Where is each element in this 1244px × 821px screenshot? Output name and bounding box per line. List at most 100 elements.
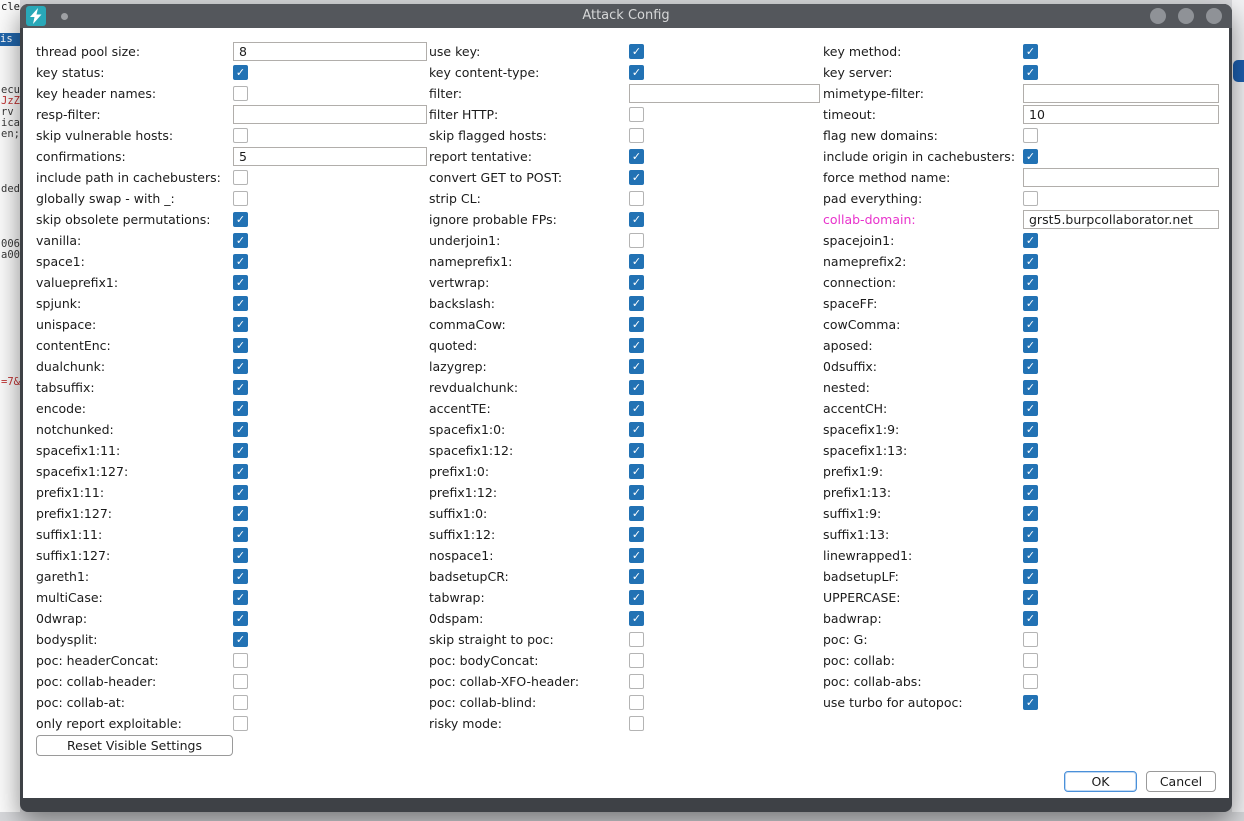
checkbox-accentte[interactable]: ✓ <box>629 401 644 416</box>
checkbox-0dwrap[interactable]: ✓ <box>233 611 248 626</box>
checkbox-tabsuffix[interactable]: ✓ <box>233 380 248 395</box>
input-filter[interactable] <box>629 84 820 103</box>
checkbox-prefix1-13[interactable]: ✓ <box>1023 485 1038 500</box>
reset-visible-settings-button[interactable]: Reset Visible Settings <box>36 735 233 756</box>
checkbox-uppercase[interactable]: ✓ <box>1023 590 1038 605</box>
checkbox-nameprefix1[interactable]: ✓ <box>629 254 644 269</box>
checkbox-vertwrap[interactable]: ✓ <box>629 275 644 290</box>
checkbox-0dsuffix[interactable]: ✓ <box>1023 359 1038 374</box>
input-resp-filter[interactable] <box>233 105 427 124</box>
checkbox-skip-vulnerable-hosts[interactable] <box>233 128 248 143</box>
checkbox-cowcomma[interactable]: ✓ <box>1023 317 1038 332</box>
checkbox-key-content-type[interactable]: ✓ <box>629 65 644 80</box>
checkbox-key-server[interactable]: ✓ <box>1023 65 1038 80</box>
checkbox-suffix1-13[interactable]: ✓ <box>1023 527 1038 542</box>
checkbox-backslash[interactable]: ✓ <box>629 296 644 311</box>
checkbox-spaceff[interactable]: ✓ <box>1023 296 1038 311</box>
checkbox-pad-everything[interactable] <box>1023 191 1038 206</box>
checkbox-poc-collab-blind[interactable] <box>629 695 644 710</box>
input-confirmations[interactable] <box>233 147 427 166</box>
checkbox-poc-collab-at[interactable] <box>233 695 248 710</box>
checkbox-spacefix1-0[interactable]: ✓ <box>629 422 644 437</box>
input-force-method-name[interactable] <box>1023 168 1219 187</box>
checkbox-filter-http[interactable] <box>629 107 644 122</box>
checkbox-use-key[interactable]: ✓ <box>629 44 644 59</box>
checkbox-dualchunk[interactable]: ✓ <box>233 359 248 374</box>
checkbox-prefix1-0[interactable]: ✓ <box>629 464 644 479</box>
checkbox-revdualchunk[interactable]: ✓ <box>629 380 644 395</box>
checkbox-accentch[interactable]: ✓ <box>1023 401 1038 416</box>
checkbox-gareth1[interactable]: ✓ <box>233 569 248 584</box>
checkbox-prefix1-127[interactable]: ✓ <box>233 506 248 521</box>
checkbox-report-tentative[interactable]: ✓ <box>629 149 644 164</box>
checkbox-prefix1-9[interactable]: ✓ <box>1023 464 1038 479</box>
checkbox-badsetuplf[interactable]: ✓ <box>1023 569 1038 584</box>
checkbox-spjunk[interactable]: ✓ <box>233 296 248 311</box>
checkbox-risky-mode[interactable] <box>629 716 644 731</box>
cancel-button[interactable]: Cancel <box>1146 771 1216 792</box>
checkbox-suffix1-127[interactable]: ✓ <box>233 548 248 563</box>
checkbox-space1[interactable]: ✓ <box>233 254 248 269</box>
checkbox-spacefix1-13[interactable]: ✓ <box>1023 443 1038 458</box>
checkbox-suffix1-11[interactable]: ✓ <box>233 527 248 542</box>
input-thread-pool-size[interactable] <box>233 42 427 61</box>
checkbox-globally-swap-with[interactable] <box>233 191 248 206</box>
checkbox-encode[interactable]: ✓ <box>233 401 248 416</box>
checkbox-aposed[interactable]: ✓ <box>1023 338 1038 353</box>
checkbox-key-status[interactable]: ✓ <box>233 65 248 80</box>
checkbox-skip-straight-to-poc[interactable] <box>629 632 644 647</box>
checkbox-suffix1-0[interactable]: ✓ <box>629 506 644 521</box>
checkbox-0dspam[interactable]: ✓ <box>629 611 644 626</box>
checkbox-key-method[interactable]: ✓ <box>1023 44 1038 59</box>
checkbox-spacefix1-12[interactable]: ✓ <box>629 443 644 458</box>
checkbox-suffix1-12[interactable]: ✓ <box>629 527 644 542</box>
checkbox-underjoin1[interactable] <box>629 233 644 248</box>
checkbox-key-header-names[interactable] <box>233 86 248 101</box>
checkbox-strip-cl[interactable] <box>629 191 644 206</box>
checkbox-skip-obsolete-permutations[interactable]: ✓ <box>233 212 248 227</box>
checkbox-poc-g[interactable] <box>1023 632 1038 647</box>
checkbox-nospace1[interactable]: ✓ <box>629 548 644 563</box>
checkbox-suffix1-9[interactable]: ✓ <box>1023 506 1038 521</box>
checkbox-bodysplit[interactable]: ✓ <box>233 632 248 647</box>
checkbox-include-path-in-cachebusters[interactable] <box>233 170 248 185</box>
checkbox-spacefix1-9[interactable]: ✓ <box>1023 422 1038 437</box>
checkbox-badwrap[interactable]: ✓ <box>1023 611 1038 626</box>
checkbox-skip-flagged-hosts[interactable] <box>629 128 644 143</box>
checkbox-flag-new-domains[interactable] <box>1023 128 1038 143</box>
input-timeout[interactable] <box>1023 105 1219 124</box>
checkbox-only-report-exploitable[interactable] <box>233 716 248 731</box>
checkbox-tabwrap[interactable]: ✓ <box>629 590 644 605</box>
checkbox-unispace[interactable]: ✓ <box>233 317 248 332</box>
checkbox-poc-headerconcat[interactable] <box>233 653 248 668</box>
ok-button[interactable]: OK <box>1064 771 1137 792</box>
window-maximize-button[interactable] <box>1178 8 1194 24</box>
checkbox-ignore-probable-fps[interactable]: ✓ <box>629 212 644 227</box>
window-close-button[interactable] <box>1206 8 1222 24</box>
window-minimize-button[interactable] <box>1150 8 1166 24</box>
checkbox-spacefix1-11[interactable]: ✓ <box>233 443 248 458</box>
checkbox-poc-collab[interactable] <box>1023 653 1038 668</box>
checkbox-poc-collab-header[interactable] <box>233 674 248 689</box>
checkbox-badsetupcr[interactable]: ✓ <box>629 569 644 584</box>
dialog-titlebar[interactable]: Attack Config <box>20 4 1232 28</box>
checkbox-poc-collab-xfo-header[interactable] <box>629 674 644 689</box>
checkbox-spacefix1-127[interactable]: ✓ <box>233 464 248 479</box>
checkbox-convert-get-to-post[interactable]: ✓ <box>629 170 644 185</box>
checkbox-prefix1-12[interactable]: ✓ <box>629 485 644 500</box>
checkbox-multicase[interactable]: ✓ <box>233 590 248 605</box>
checkbox-poc-bodyconcat[interactable] <box>629 653 644 668</box>
checkbox-commacow[interactable]: ✓ <box>629 317 644 332</box>
checkbox-poc-collab-abs[interactable] <box>1023 674 1038 689</box>
checkbox-valueprefix1[interactable]: ✓ <box>233 275 248 290</box>
checkbox-lazygrep[interactable]: ✓ <box>629 359 644 374</box>
checkbox-notchunked[interactable]: ✓ <box>233 422 248 437</box>
checkbox-connection[interactable]: ✓ <box>1023 275 1038 290</box>
checkbox-linewrapped1[interactable]: ✓ <box>1023 548 1038 563</box>
checkbox-nameprefix2[interactable]: ✓ <box>1023 254 1038 269</box>
input-collab-domain[interactable] <box>1023 210 1219 229</box>
checkbox-include-origin-in-cachebusters[interactable]: ✓ <box>1023 149 1038 164</box>
input-mimetype-filter[interactable] <box>1023 84 1219 103</box>
checkbox-contentenc[interactable]: ✓ <box>233 338 248 353</box>
checkbox-nested[interactable]: ✓ <box>1023 380 1038 395</box>
